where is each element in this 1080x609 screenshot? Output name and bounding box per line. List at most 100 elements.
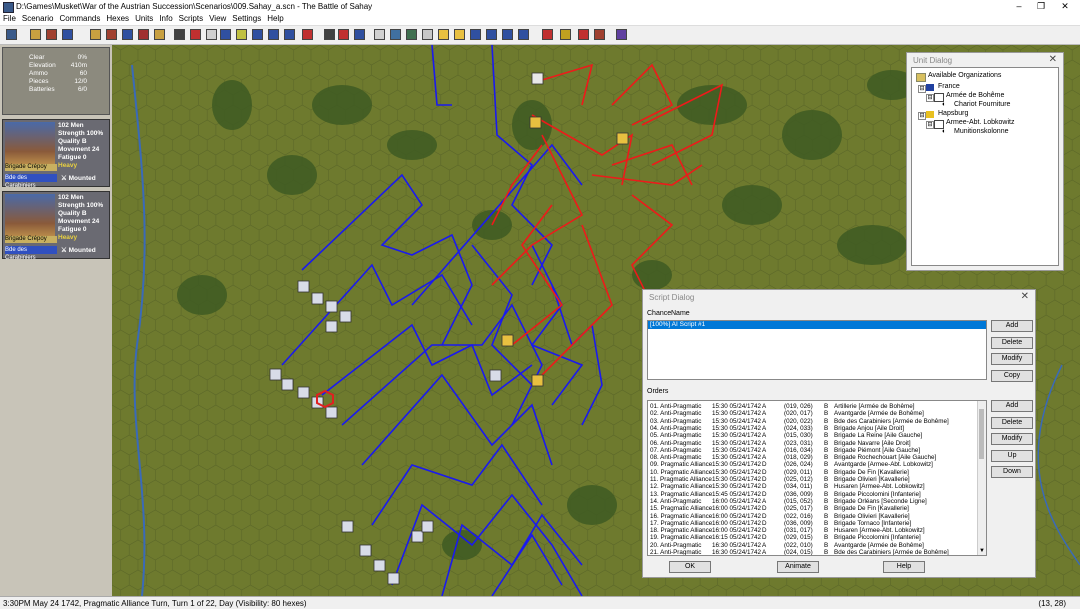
toolbar-button-icon[interactable]: [284, 29, 295, 40]
toolbar-button-icon[interactable]: [374, 29, 385, 40]
toolbar-button-icon[interactable]: [30, 29, 41, 40]
order-up-button[interactable]: Up: [991, 450, 1033, 462]
unit-counter[interactable]: [325, 320, 338, 333]
script-dialog-close-button[interactable]: ✕: [1021, 291, 1029, 302]
toolbar-button-icon[interactable]: [406, 29, 417, 40]
unit-counter[interactable]: [341, 520, 354, 533]
scroll-down-icon[interactable]: ▼: [978, 548, 986, 555]
help-button[interactable]: Help: [883, 561, 925, 573]
script-modify-button[interactable]: Modify: [991, 353, 1033, 365]
menu-scripts[interactable]: Scripts: [176, 13, 206, 25]
script-copy-button[interactable]: Copy: [991, 370, 1033, 382]
unit-counter[interactable]: [297, 280, 310, 293]
menu-units[interactable]: Units: [132, 13, 156, 25]
toolbar-button-icon[interactable]: [518, 29, 529, 40]
toolbar-button-icon[interactable]: [236, 29, 247, 40]
tree-expander[interactable]: ⊟: [918, 85, 926, 93]
menu-info[interactable]: Info: [156, 13, 175, 25]
menu-hexes[interactable]: Hexes: [103, 13, 132, 25]
toolbar-button-icon[interactable]: [486, 29, 497, 40]
toolbar-button-icon[interactable]: [46, 29, 57, 40]
toolbar-button-icon[interactable]: [390, 29, 401, 40]
tree-expander[interactable]: ⊟: [918, 112, 926, 120]
script-list[interactable]: [100%] AI Script #1: [647, 320, 987, 380]
toolbar-button-icon[interactable]: [122, 29, 133, 40]
orders-scrollbar[interactable]: ▼: [977, 401, 986, 555]
toolbar-button-icon[interactable]: [578, 29, 589, 40]
organization-tree[interactable]: Available Organizations ⊟ France ⊟ Armée…: [911, 67, 1059, 266]
toolbar-button-icon[interactable]: [324, 29, 335, 40]
toolbar-button-icon[interactable]: [354, 29, 365, 40]
menu-view[interactable]: View: [206, 13, 229, 25]
toolbar-button-icon[interactable]: [220, 29, 231, 40]
close-button[interactable]: ✕: [1050, 0, 1080, 13]
toolbar-button-icon[interactable]: [90, 29, 101, 40]
unit-counter[interactable]: [421, 520, 434, 533]
script-add-button[interactable]: Add: [991, 320, 1033, 332]
toolbar-button-icon[interactable]: [62, 29, 73, 40]
toolbar-button-icon[interactable]: [190, 29, 201, 40]
menu-file[interactable]: File: [0, 13, 19, 25]
orders-list[interactable]: 01. Anti-Pragmatic 15:30 05/24/1742 A (019,…: [647, 400, 987, 556]
toolbar-button-icon[interactable]: [106, 29, 117, 40]
script-list-item[interactable]: [100%] AI Script #1: [648, 321, 986, 329]
toolbar-button-icon[interactable]: [174, 29, 185, 40]
unit-counter[interactable]: [269, 368, 282, 381]
toolbar-button-icon[interactable]: [138, 29, 149, 40]
menu-settings[interactable]: Settings: [229, 13, 264, 25]
tree-expander[interactable]: ⊟: [926, 94, 934, 102]
menu-scenario[interactable]: Scenario: [19, 13, 57, 25]
unit-counter[interactable]: [529, 116, 542, 129]
unit-info-panel: Clear 0% Elevation 410m Ammo 60 Pieces 12/0 …: [0, 45, 112, 596]
unit-counter[interactable]: [373, 559, 386, 572]
unit-dialog[interactable]: Unit Dialog ✕ Available Organizations ⊟ …: [906, 52, 1064, 271]
toolbar-button-icon[interactable]: [438, 29, 449, 40]
animate-button[interactable]: Animate: [777, 561, 819, 573]
toolbar-button-icon[interactable]: [302, 29, 313, 40]
toolbar-button-icon[interactable]: [154, 29, 165, 40]
unit-counter[interactable]: [339, 310, 352, 323]
toolbar-button-icon[interactable]: [268, 29, 279, 40]
unit-card[interactable]: 102 Men Strength 100% Quality B Movement…: [2, 191, 110, 261]
unit-strength: Strength 100%: [58, 202, 104, 209]
terrain-row: Batteries 6/0: [29, 86, 87, 93]
menu-commands[interactable]: Commands: [56, 13, 103, 25]
toolbar-button-icon[interactable]: [6, 29, 17, 40]
toolbar-button-icon[interactable]: [454, 29, 465, 40]
orders-scrollbar-thumb[interactable]: [979, 409, 984, 459]
toolbar-button-icon[interactable]: [252, 29, 263, 40]
unit-counter[interactable]: [311, 292, 324, 305]
tree-expander[interactable]: ⊟: [926, 121, 934, 129]
unit-card[interactable]: 102 Men Strength 100% Quality B Movement…: [2, 119, 110, 189]
order-delete-button[interactable]: Delete: [991, 417, 1033, 429]
toolbar-button-icon[interactable]: [502, 29, 513, 40]
toolbar-button-icon[interactable]: [422, 29, 433, 40]
unit-counter[interactable]: [531, 374, 544, 387]
order-down-button[interactable]: Down: [991, 466, 1033, 478]
toolbar-button-icon[interactable]: [470, 29, 481, 40]
unit-counter[interactable]: [531, 72, 544, 85]
toolbar-button-icon[interactable]: [542, 29, 553, 40]
ok-button[interactable]: OK: [669, 561, 711, 573]
unit-counter[interactable]: [325, 406, 338, 419]
unit-counter[interactable]: [489, 369, 502, 382]
unit-counter[interactable]: [297, 386, 310, 399]
toolbar-button-icon[interactable]: [338, 29, 349, 40]
toolbar-button-icon[interactable]: [594, 29, 605, 40]
unit-counter[interactable]: [325, 300, 338, 313]
toolbar-button-icon[interactable]: [206, 29, 217, 40]
unit-counter[interactable]: [616, 132, 629, 145]
toolbar-button-icon[interactable]: [616, 29, 627, 40]
toolbar-button-icon[interactable]: [560, 29, 571, 40]
order-add-button[interactable]: Add: [991, 400, 1033, 412]
unit-dialog-close-button[interactable]: ✕: [1049, 54, 1057, 65]
unit-counter[interactable]: [281, 378, 294, 391]
unit-counter[interactable]: [359, 544, 372, 557]
unit-counter[interactable]: [501, 334, 514, 347]
script-delete-button[interactable]: Delete: [991, 337, 1033, 349]
script-dialog[interactable]: Script Dialog ✕ Chance Name [100%] AI Sc…: [642, 289, 1036, 578]
order-modify-button[interactable]: Modify: [991, 433, 1033, 445]
unit-counter[interactable]: [387, 572, 400, 585]
menu-help[interactable]: Help: [264, 13, 286, 25]
unit-counter[interactable]: [411, 530, 424, 543]
